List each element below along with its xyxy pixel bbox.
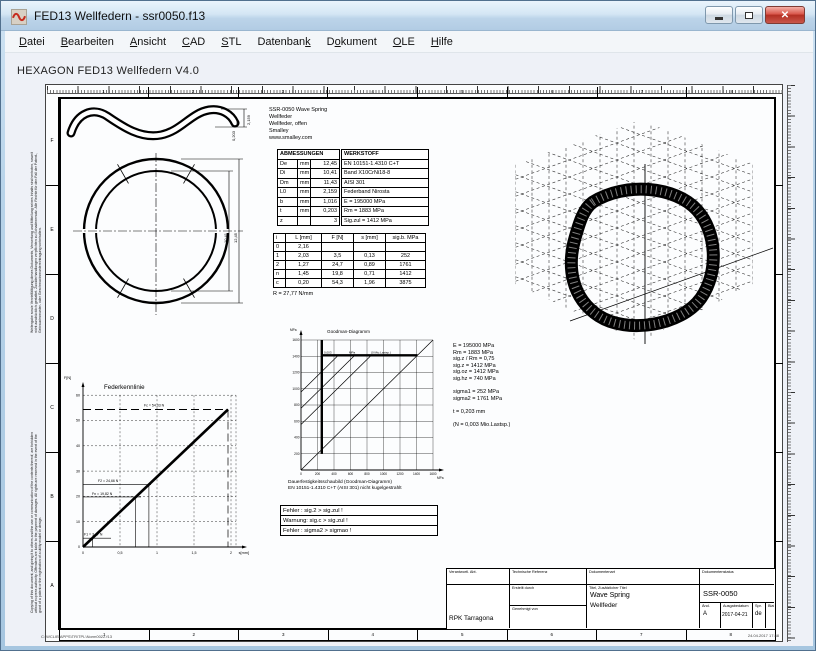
svg-text:600: 600: [294, 419, 300, 423]
minimize-icon: [715, 17, 723, 20]
spring-characteristic-chart: 0 10 20 30 40 50 60 0 0,5 1 1,5 2 F[N] s[mm] Feder…: [56, 369, 251, 564]
svg-text:1000: 1000: [380, 472, 387, 476]
svg-text:50: 50: [76, 419, 80, 423]
menu-ansicht[interactable]: Ansicht: [122, 34, 174, 50]
app-window: FED13 Wellfedern - ssr0050.f13 ✕ Datei B…: [0, 0, 816, 651]
company-name: RPK Tarragona: [447, 615, 493, 628]
svg-text:10: 10: [76, 520, 80, 524]
menu-cad[interactable]: CAD: [174, 34, 213, 50]
svg-text:MPa: MPa: [349, 351, 356, 355]
svg-text:1600: 1600: [292, 338, 299, 342]
close-icon: ✕: [781, 10, 789, 21]
vertical-ruler: [787, 85, 796, 642]
svg-text:600: 600: [348, 472, 354, 476]
svg-text:800: 800: [294, 403, 300, 407]
annotation-f2: F2 = 24,66 N: [98, 479, 119, 483]
svg-text:0: 0: [82, 551, 84, 555]
goodman-title: Goodman-Diagramm: [327, 329, 370, 334]
wave-spring-3d-view: [475, 106, 775, 356]
app-banner: HEXAGON FED13 Wellfedern V4.0: [17, 65, 199, 77]
annotation-fc: Fc = 54,33 N: [144, 404, 165, 408]
copyright-note-english: Copying of this document, and giving it …: [31, 427, 43, 613]
dimensions-table: ABMESSUNGEN Demm12,45 Dimm10,41 Dmmm11,4…: [277, 149, 340, 226]
wave-icon: [12, 11, 26, 23]
sheet-zones-bottom: 12345678: [59, 630, 776, 641]
goodman-captions: Dauerfestigkeitsschaubild (Goodman-Diagr…: [288, 480, 402, 493]
svg-text:40: 40: [76, 444, 80, 448]
svg-text:20: 20: [76, 495, 80, 499]
minimize-button[interactable]: [705, 6, 733, 24]
window-controls: ✕: [705, 6, 805, 24]
ring-top-view: 10,41 12,45: [71, 153, 261, 323]
svg-text:200: 200: [294, 452, 300, 456]
svg-text:1,5: 1,5: [192, 551, 197, 555]
part-info-block: SSR-0050 Wave SpringWellfederWellfeder, …: [269, 107, 327, 142]
annotation-f1: F1 = 3,47 N: [84, 533, 103, 537]
doc-subtitle: Wellfeder: [587, 599, 699, 609]
doc-title: Wave Spring: [587, 590, 699, 599]
svg-text:1400: 1400: [292, 354, 299, 358]
kennlinie-ylabel: F[N]: [64, 376, 71, 380]
svg-text:1600: 1600: [429, 472, 436, 476]
annotation-fn: Fn = 19,82 N: [92, 492, 113, 496]
svg-text:400: 400: [331, 472, 337, 476]
spring-rate: R = 27,77 N/mm: [273, 291, 313, 297]
menu-bearbeiten[interactable]: Bearbeiten: [53, 34, 122, 50]
svg-text:(0 Mio.Lastsp.): (0 Mio.Lastsp.): [371, 351, 391, 355]
dim-ring-inner: 10,41: [223, 232, 228, 243]
goodman-diagram: 200 400 600 800 1000 1200 1400 1600 0 200 400 600 8…: [289, 323, 454, 481]
menu-datei[interactable]: Datei: [11, 34, 53, 50]
restore-button[interactable]: [735, 6, 763, 24]
svg-text:1400: 1400: [413, 472, 420, 476]
svg-text:1200: 1200: [292, 371, 299, 375]
restore-icon: [745, 12, 753, 19]
svg-text:200: 200: [315, 472, 321, 476]
load-table: iL [mm]F [N]s [mm]sig.b. MPa 02,16 12,03…: [273, 233, 426, 288]
svg-text:0: 0: [300, 472, 302, 476]
svg-text:800: 800: [364, 472, 370, 476]
error-row: Fehler : sigma2 > sigmao !: [280, 525, 438, 536]
wave-band-side-view: 2,159 0,203: [61, 101, 261, 157]
menu-stl[interactable]: STL: [213, 34, 249, 50]
dim-band-thickness: 0,203: [231, 130, 236, 141]
titlebar[interactable]: FED13 Wellfedern - ssr0050.f13 ✕: [1, 1, 816, 31]
menu-hilfe[interactable]: Hilfe: [423, 34, 461, 50]
window-title: FED13 Wellfedern - ssr0050.f13: [34, 9, 205, 23]
svg-text:400: 400: [294, 436, 300, 440]
goodman-x-unit: MPa: [437, 476, 444, 480]
menubar: Datei Bearbeiten Ansicht CAD STL Datenba…: [5, 31, 813, 53]
svg-text:0: 0: [78, 545, 80, 549]
dim-ring-outer: 12,45: [233, 232, 238, 243]
material-table: WERKSTOFF EN 10151-1.4310 C+T Band X10Cr…: [341, 149, 429, 226]
app-icon: [11, 9, 27, 25]
message-box: Fehler : sig.2 > sig.zul ! Warnung: sig.…: [280, 506, 438, 536]
svg-text:0,5: 0,5: [118, 551, 123, 555]
close-button[interactable]: ✕: [765, 6, 805, 24]
sheet-zones-right: [776, 97, 783, 630]
svg-text:30: 30: [76, 469, 80, 473]
print-timestamp: 24.04.2017 17:38: [695, 633, 779, 638]
doc-number: SSR-0050: [700, 589, 738, 598]
drawing-canvas: HEXAGON FED13 Wellfedern V4.0 12345678 1…: [5, 53, 813, 646]
svg-text:2: 2: [230, 551, 232, 555]
kennlinie-xlabel: s[mm]: [239, 551, 249, 555]
sheet-zones-top: 12345678: [59, 87, 776, 97]
template-file-path: C:\WCLIB\APPS\TR\TPL\Norm0022.f13: [41, 634, 112, 639]
svg-text:1200: 1200: [396, 472, 403, 476]
svg-text:1: 1: [156, 551, 158, 555]
goodman-y-unit: MPa: [290, 328, 297, 332]
menu-datenbank[interactable]: Datenbank: [249, 34, 318, 50]
svg-text:1000: 1000: [292, 387, 299, 391]
menu-dokument[interactable]: Dokument: [319, 34, 385, 50]
kennlinie-title: Federkennlinie: [104, 384, 145, 391]
menu-ole[interactable]: OLE: [385, 34, 423, 50]
svg-text:0,003: 0,003: [324, 351, 332, 355]
dim-band-height: 2,159: [246, 114, 251, 125]
svg-text:60: 60: [76, 393, 80, 397]
titleblock: Verantwortl. Abt. Technische Referenz Do…: [446, 568, 776, 630]
copyright-note-german: Weitergabe sowie Vervielfältigung dieses…: [31, 147, 43, 333]
